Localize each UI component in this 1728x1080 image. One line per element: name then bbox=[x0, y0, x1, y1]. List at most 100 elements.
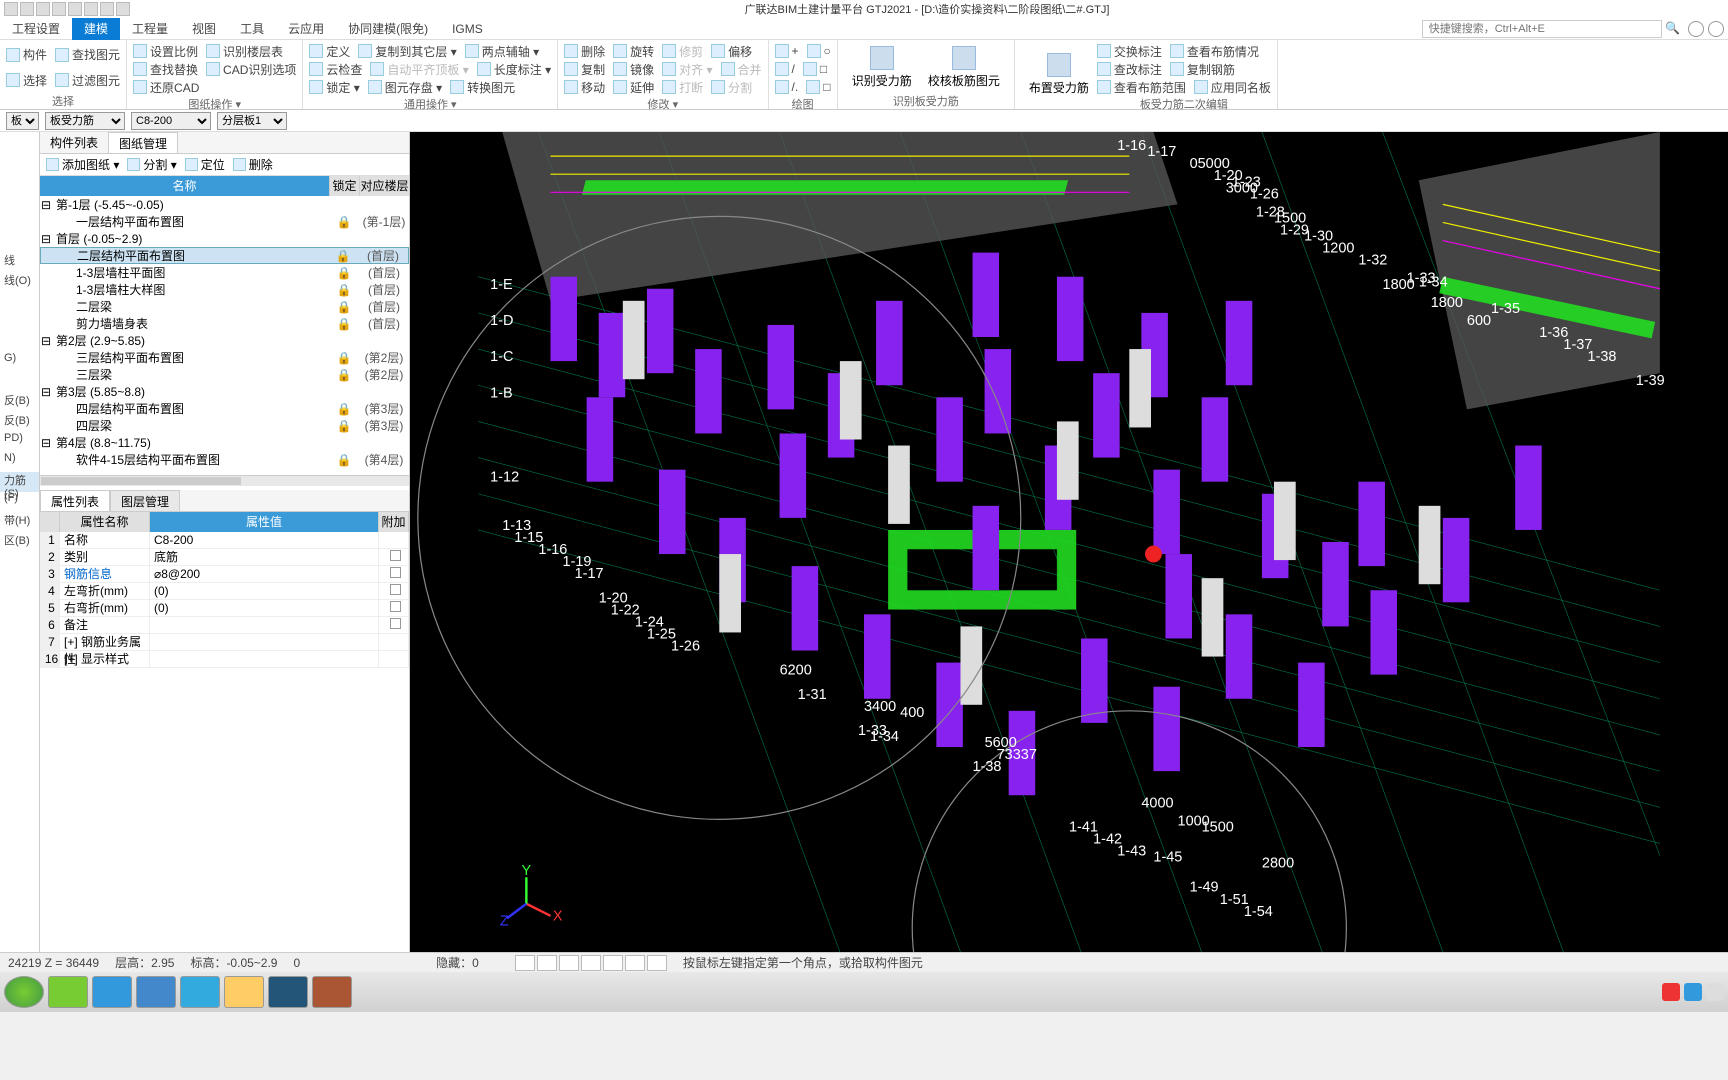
ribbon-btn[interactable]: □ bbox=[803, 62, 827, 76]
nav-item[interactable]: (F) bbox=[0, 492, 39, 512]
ribbon-btn[interactable]: 偏移 bbox=[711, 43, 752, 60]
prop-row[interactable]: 16[+] 显示样式 bbox=[40, 651, 409, 668]
ribbon-btn[interactable]: 还原CAD bbox=[133, 79, 199, 96]
tree-row[interactable]: ⊟第2层 (2.9~5.85) bbox=[40, 332, 409, 349]
ribbon-btn[interactable]: 延伸 bbox=[613, 79, 654, 96]
task-icon[interactable] bbox=[48, 976, 88, 1008]
menu-tab[interactable]: 工具 bbox=[228, 18, 276, 40]
ribbon-big-btn[interactable]: 布置受力筋 bbox=[1021, 42, 1097, 107]
prop-row[interactable]: 3钢筋信息⌀8@200 bbox=[40, 566, 409, 583]
help-icon[interactable] bbox=[1708, 21, 1724, 37]
tree-row[interactable]: 二层结构平面布置图🔒(首层) bbox=[40, 247, 409, 264]
tray-icon[interactable] bbox=[1662, 983, 1680, 1001]
nav-item[interactable]: G) bbox=[0, 352, 39, 372]
menu-tab[interactable]: 视图 bbox=[180, 18, 228, 40]
ribbon-btn[interactable]: 复制 bbox=[564, 61, 605, 78]
tab-layers[interactable]: 图层管理 bbox=[110, 490, 180, 511]
member-select[interactable]: C8-200 bbox=[131, 112, 211, 130]
tree-row[interactable]: ⊟第4层 (8.8~11.75) bbox=[40, 434, 409, 451]
ribbon-btn[interactable]: 构件 bbox=[6, 46, 47, 63]
ribbon-big-btn[interactable]: 校核板筋图元 bbox=[920, 42, 1008, 93]
ribbon-btn[interactable]: 查改标注 bbox=[1097, 61, 1162, 78]
ribbon-btn[interactable]: 过滤图元 bbox=[55, 72, 120, 89]
panel-tool[interactable]: 分割 ▾ bbox=[127, 156, 176, 173]
ribbon-btn[interactable]: 移动 bbox=[564, 79, 605, 96]
qat-icon[interactable] bbox=[84, 2, 98, 16]
ribbon-btn[interactable]: 应用同名板 bbox=[1194, 79, 1271, 96]
layer-select[interactable]: 分层板1 bbox=[217, 112, 287, 130]
ribbon-btn[interactable]: 转换图元 bbox=[450, 79, 515, 96]
ribbon-btn[interactable]: □ bbox=[806, 80, 830, 94]
menu-tab[interactable]: 云应用 bbox=[276, 18, 336, 40]
task-icon[interactable] bbox=[92, 976, 132, 1008]
tree-row[interactable]: 四层梁🔒(第3层) bbox=[40, 417, 409, 434]
ribbon-btn[interactable]: 自动平齐顶板 ▾ bbox=[370, 61, 468, 78]
nav-item[interactable] bbox=[0, 192, 39, 212]
drawing-tree[interactable]: ⊟第-1层 (-5.45~-0.05)一层结构平面布置图🔒(第-1层)⊟首层 (… bbox=[40, 196, 409, 476]
tree-row[interactable]: ⊟第3层 (5.85~8.8) bbox=[40, 383, 409, 400]
panel-tool[interactable]: 添加图纸 ▾ bbox=[46, 156, 119, 173]
prop-row[interactable]: 7[+] 钢筋业务属性 bbox=[40, 634, 409, 651]
nav-item[interactable]: 反(B) bbox=[0, 412, 39, 432]
tree-row[interactable]: 一层结构平面布置图🔒(第-1层) bbox=[40, 213, 409, 230]
ribbon-btn[interactable]: /. bbox=[775, 80, 799, 94]
panel-tool[interactable]: 删除 bbox=[233, 156, 273, 173]
tree-row[interactable]: ⊟第-1层 (-5.45~-0.05) bbox=[40, 196, 409, 213]
qat-icon[interactable] bbox=[36, 2, 50, 16]
task-icon[interactable] bbox=[268, 976, 308, 1008]
task-icon[interactable] bbox=[224, 976, 264, 1008]
tray-icon[interactable] bbox=[1706, 983, 1724, 1001]
tree-row[interactable]: 四层结构平面布置图🔒(第3层) bbox=[40, 400, 409, 417]
nav-item[interactable]: 区(B) bbox=[0, 532, 39, 552]
ribbon-btn[interactable]: + bbox=[775, 44, 799, 58]
ribbon-btn[interactable]: 对齐 ▾ bbox=[662, 61, 712, 78]
ribbon-btn[interactable]: 合并 bbox=[721, 61, 762, 78]
nav-item[interactable]: 力筋(S) bbox=[0, 472, 39, 492]
tool-icon[interactable] bbox=[559, 955, 579, 971]
ribbon-btn[interactable]: CAD识别选项 bbox=[206, 61, 296, 78]
nav-item[interactable]: N) bbox=[0, 452, 39, 472]
type-select[interactable]: 板受力筋 bbox=[45, 112, 125, 130]
ribbon-btn[interactable]: 修剪 bbox=[662, 43, 703, 60]
viewport-3d[interactable]: 1-E1-D1-C1-B1-121-131-151-161-191-171-20… bbox=[410, 132, 1728, 952]
ribbon-btn[interactable]: 分割 bbox=[711, 79, 752, 96]
nav-item[interactable] bbox=[0, 212, 39, 232]
qat-icon[interactable] bbox=[52, 2, 66, 16]
category-select[interactable]: 板 bbox=[6, 112, 39, 130]
prop-row[interactable]: 6备注 bbox=[40, 617, 409, 634]
ribbon-btn[interactable]: 两点辅轴 ▾ bbox=[465, 43, 539, 60]
ribbon-btn[interactable]: 定义 bbox=[309, 43, 350, 60]
search-input[interactable] bbox=[1422, 20, 1662, 38]
ribbon-btn[interactable]: 锁定 ▾ bbox=[309, 79, 359, 96]
tab-properties[interactable]: 属性列表 bbox=[40, 490, 110, 511]
ribbon-btn[interactable]: / bbox=[775, 62, 795, 76]
start-button[interactable] bbox=[4, 976, 44, 1008]
task-icon[interactable] bbox=[312, 976, 352, 1008]
ribbon-btn[interactable]: 复制到其它层 ▾ bbox=[358, 43, 456, 60]
ribbon-big-btn[interactable]: 识别受力筋 bbox=[844, 42, 920, 93]
ribbon-btn[interactable]: 删除 bbox=[564, 43, 605, 60]
tab-drawings[interactable]: 图纸管理 bbox=[108, 132, 178, 153]
tree-row[interactable]: 三层结构平面布置图🔒(第2层) bbox=[40, 349, 409, 366]
prop-row[interactable]: 4左弯折(mm)(0) bbox=[40, 583, 409, 600]
tab-components[interactable]: 构件列表 bbox=[40, 132, 108, 153]
tool-icon[interactable] bbox=[515, 955, 535, 971]
ribbon-btn[interactable]: 旋转 bbox=[613, 43, 654, 60]
ribbon-btn[interactable]: 设置比例 bbox=[133, 43, 198, 60]
prop-row[interactable]: 2类别底筋 bbox=[40, 549, 409, 566]
ribbon-btn[interactable]: 查找图元 bbox=[55, 46, 120, 63]
ribbon-btn[interactable]: 镜像 bbox=[613, 61, 654, 78]
qat-icon[interactable] bbox=[68, 2, 82, 16]
qat-icon[interactable] bbox=[20, 2, 34, 16]
nav-item[interactable] bbox=[0, 292, 39, 312]
ribbon-btn[interactable]: 长度标注 ▾ bbox=[477, 61, 551, 78]
nav-item[interactable] bbox=[0, 332, 39, 352]
tree-row[interactable]: 1-3层墙柱平面图🔒(首层) bbox=[40, 264, 409, 281]
panel-tool[interactable]: 定位 bbox=[185, 156, 225, 173]
menu-tab[interactable]: 协同建模(限免) bbox=[336, 18, 440, 40]
menu-tab[interactable]: 工程量 bbox=[120, 18, 180, 40]
ribbon-btn[interactable]: 打断 bbox=[662, 79, 703, 96]
ribbon-btn[interactable]: ○ bbox=[807, 44, 831, 58]
qat-icon[interactable] bbox=[4, 2, 18, 16]
tool-icon[interactable] bbox=[603, 955, 623, 971]
